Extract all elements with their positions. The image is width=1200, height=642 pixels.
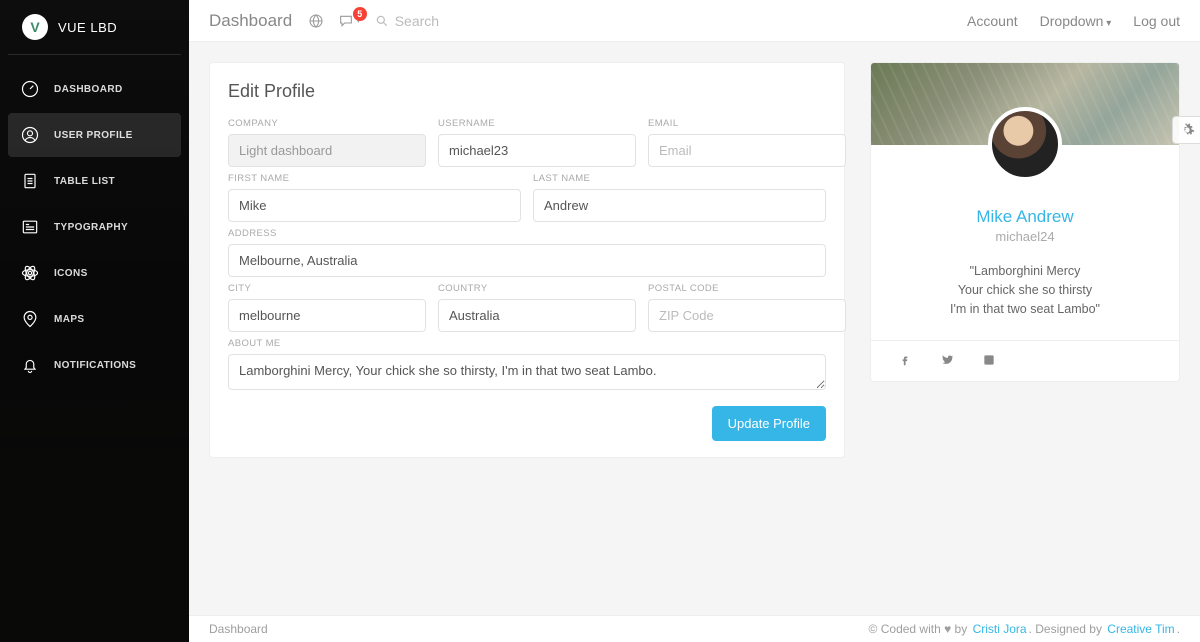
card-title: Edit Profile [228, 81, 826, 102]
address-field[interactable] [228, 244, 826, 277]
twitter-icon[interactable] [939, 353, 955, 369]
brand[interactable]: V VUE LBD [8, 10, 181, 55]
footer-left[interactable]: Dashboard [209, 622, 268, 636]
profile-quote: "Lamborghini Mercy Your chick she so thi… [901, 262, 1149, 318]
country-field[interactable] [438, 299, 636, 332]
company-field [228, 134, 426, 167]
sidebar-item-label: MAPS [54, 314, 85, 325]
sidebar-item-notifications[interactable]: NOTIFICATIONS [8, 343, 181, 387]
profile-handle: michael24 [871, 229, 1179, 244]
nav-account[interactable]: Account [967, 13, 1018, 29]
profile-card: Mike Andrew michael24 "Lamborghini Mercy… [870, 62, 1180, 382]
nav-dropdown[interactable]: Dropdown [1040, 13, 1112, 29]
gauge-icon [20, 79, 40, 99]
label-city: CITY [228, 283, 426, 294]
footer-author-link[interactable]: Cristi Jora [973, 622, 1027, 636]
label-about: ABOUT ME [228, 338, 826, 349]
google-plus-icon[interactable] [981, 353, 997, 369]
brand-logo: V [22, 14, 48, 40]
footer: Dashboard © Coded with ♥ by Cristi Jora.… [189, 615, 1200, 642]
search-icon [375, 14, 389, 28]
update-profile-button[interactable]: Update Profile [712, 406, 826, 441]
bell-icon [20, 355, 40, 375]
brand-name: VUE LBD [58, 20, 117, 35]
search-input[interactable]: Search [375, 13, 439, 29]
atom-icon [20, 263, 40, 283]
label-username: USERNAME [438, 118, 636, 129]
city-field[interactable] [228, 299, 426, 332]
label-country: COUNTRY [438, 283, 636, 294]
about-field[interactable]: Lamborghini Mercy, Your chick she so thi… [228, 354, 826, 390]
avatar[interactable] [988, 107, 1062, 181]
sidebar-item-maps[interactable]: MAPS [8, 297, 181, 341]
last-name-field[interactable] [533, 189, 826, 222]
first-name-field[interactable] [228, 189, 521, 222]
sidebar-item-label: NOTIFICATIONS [54, 360, 136, 371]
sidebar-item-icons[interactable]: ICONS [8, 251, 181, 295]
topbar: Dashboard ▾ 5 Search Account Dropdown Lo… [189, 0, 1200, 42]
footer-designer-link[interactable]: Creative Tim [1107, 622, 1174, 636]
label-postal: POSTAL CODE [648, 283, 846, 294]
settings-gear-button[interactable] [1172, 116, 1200, 144]
main-content: Edit Profile COMPANY USERNAME EMAIL FIRS… [189, 42, 1200, 615]
globe-icon [308, 13, 324, 29]
user-circle-icon [20, 125, 40, 145]
sidebar-item-label: TYPOGRAPHY [54, 222, 128, 233]
sidebar-item-label: DASHBOARD [54, 84, 123, 95]
sidebar-item-typography[interactable]: TYPOGRAPHY [8, 205, 181, 249]
newspaper-icon [20, 217, 40, 237]
facebook-icon[interactable] [897, 353, 913, 369]
globe-button[interactable] [308, 13, 324, 29]
sidebar: V VUE LBD DASHBOARD USER PROFILE TABLE L… [0, 0, 189, 642]
edit-profile-card: Edit Profile COMPANY USERNAME EMAIL FIRS… [209, 62, 845, 458]
sidebar-item-label: USER PROFILE [54, 130, 133, 141]
username-field[interactable] [438, 134, 636, 167]
email-field[interactable] [648, 134, 846, 167]
label-company: COMPANY [228, 118, 426, 129]
postal-field[interactable] [648, 299, 846, 332]
sidebar-item-table-list[interactable]: TABLE LIST [8, 159, 181, 203]
clipboard-list-icon [20, 171, 40, 191]
profile-name[interactable]: Mike Andrew [871, 207, 1179, 227]
nav-logout[interactable]: Log out [1133, 13, 1180, 29]
sidebar-item-user-profile[interactable]: USER PROFILE [8, 113, 181, 157]
notification-badge: 5 [353, 7, 367, 21]
map-pin-icon [20, 309, 40, 329]
profile-socials [871, 340, 1179, 369]
search-placeholder: Search [395, 13, 439, 29]
label-email: EMAIL [648, 118, 846, 129]
sidebar-item-label: TABLE LIST [54, 176, 115, 187]
label-firstname: FIRST NAME [228, 173, 521, 184]
sidebar-item-dashboard[interactable]: DASHBOARD [8, 67, 181, 111]
label-lastname: LAST NAME [533, 173, 826, 184]
chat-icon [338, 13, 354, 29]
sidebar-nav: DASHBOARD USER PROFILE TABLE LIST TYPOGR… [0, 63, 189, 393]
sidebar-item-label: ICONS [54, 268, 88, 279]
notifications-button[interactable]: ▾ 5 [338, 13, 361, 29]
gear-icon [1179, 122, 1195, 138]
footer-credits: © Coded with ♥ by Cristi Jora. Designed … [869, 622, 1180, 636]
label-address: ADDRESS [228, 228, 826, 239]
page-title: Dashboard [209, 11, 292, 31]
